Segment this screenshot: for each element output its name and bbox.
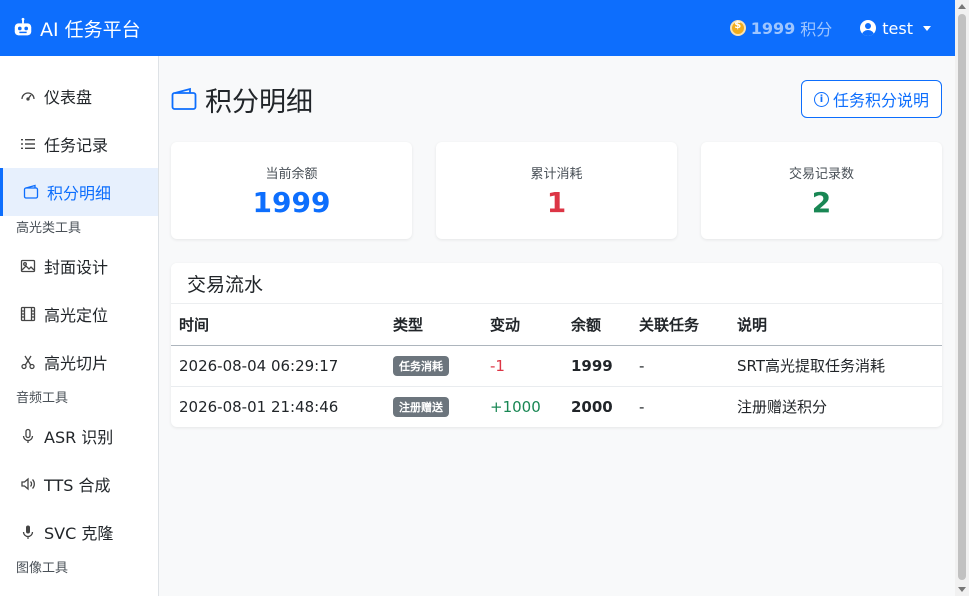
column-header-time: 时间 bbox=[171, 304, 385, 346]
sidebar-item-cover-design[interactable]: 封面设计 bbox=[0, 242, 158, 290]
stat-label: 当前余额 bbox=[265, 166, 318, 182]
page-title: 积分明细 bbox=[171, 80, 313, 119]
sidebar-section-highlight: 高光类工具 bbox=[16, 221, 82, 236]
chevron-down-icon bbox=[923, 25, 931, 31]
page-title-text: 积分明细 bbox=[205, 86, 313, 118]
stat-value: 1 bbox=[546, 185, 567, 219]
sidebar-item-task-records[interactable]: 任务记录 bbox=[0, 120, 158, 168]
table-row: 2026-08-01 21:48:46 注册赠送 +1000 2000 - 注册… bbox=[171, 386, 942, 427]
username: test bbox=[882, 18, 913, 38]
sidebar-item-label: ASR 识别 bbox=[44, 428, 114, 447]
cell-change: -1 bbox=[482, 345, 563, 387]
table-header-row: 时间 类型 变动 余额 关联任务 说明 bbox=[171, 304, 942, 346]
sidebar-item-tts[interactable]: TTS 合成 bbox=[0, 460, 158, 508]
column-header-balance: 余额 bbox=[563, 304, 631, 346]
main-content: 积分明细 i 任务积分说明 当前余额 1999 累计消耗 1 交易记录数 2 交… bbox=[171, 56, 942, 427]
scroll-down-icon[interactable] bbox=[958, 587, 966, 592]
stat-card-balance: 当前余额 1999 bbox=[171, 142, 412, 239]
cell-balance: 1999 bbox=[563, 345, 631, 387]
speedometer-icon bbox=[20, 88, 36, 104]
brand-title: AI 任务平台 bbox=[40, 18, 141, 41]
column-header-change: 变动 bbox=[482, 304, 563, 346]
scrollbar-thumb[interactable] bbox=[958, 14, 966, 580]
sidebar-item-highlight-clip[interactable]: 高光切片 bbox=[0, 338, 158, 386]
sidebar-item-label: TTS 合成 bbox=[44, 476, 111, 495]
film-icon bbox=[20, 306, 36, 322]
column-header-task: 关联任务 bbox=[631, 304, 729, 346]
sidebar-item-points[interactable]: 积分明细 bbox=[0, 168, 158, 216]
list-icon bbox=[20, 136, 36, 152]
mic-fill-icon bbox=[20, 524, 36, 540]
points-help-label: 任务积分说明 bbox=[832, 91, 929, 110]
sidebar-item-label: 仪表盘 bbox=[44, 88, 93, 107]
volume-icon bbox=[20, 476, 36, 492]
mic-icon bbox=[20, 428, 36, 444]
user-menu[interactable]: test bbox=[860, 19, 931, 38]
sidebar-item-svc[interactable]: SVC 克隆 bbox=[0, 508, 158, 556]
sidebar-item-label: 高光定位 bbox=[44, 306, 109, 325]
sidebar-item-label: 任务记录 bbox=[44, 136, 109, 155]
sidebar-item-label: SVC 克隆 bbox=[44, 524, 114, 543]
cell-type: 任务消耗 bbox=[385, 345, 482, 387]
type-badge: 注册赠送 bbox=[393, 396, 449, 417]
column-header-note: 说明 bbox=[729, 304, 942, 346]
type-badge: 任务消耗 bbox=[393, 355, 449, 376]
cell-task: - bbox=[631, 345, 729, 387]
user-circle-icon bbox=[860, 20, 877, 36]
stats-row: 当前余额 1999 累计消耗 1 交易记录数 2 bbox=[171, 142, 942, 239]
robot-icon bbox=[14, 17, 32, 36]
sidebar-section-image: 图像工具 bbox=[16, 561, 69, 576]
cell-note: 注册赠送积分 bbox=[737, 398, 828, 417]
cell-time: 2026-08-01 21:48:46 bbox=[179, 397, 339, 416]
page-header: 积分明细 i 任务积分说明 bbox=[171, 56, 942, 142]
sidebar-section-audio: 音频工具 bbox=[16, 391, 69, 406]
stat-card-record-count: 交易记录数 2 bbox=[701, 142, 942, 239]
wallet-icon bbox=[171, 87, 197, 110]
column-header-type: 类型 bbox=[385, 304, 482, 346]
scissors-icon bbox=[20, 354, 36, 370]
cell-task: - bbox=[639, 397, 645, 416]
stat-value: 1999 bbox=[252, 185, 331, 219]
wallet-icon bbox=[23, 184, 39, 200]
cell-type: 注册赠送 bbox=[385, 386, 482, 427]
coin-icon bbox=[729, 20, 746, 36]
cell-time: 2026-08-04 06:29:17 bbox=[171, 345, 385, 387]
points-display: 1999 积分 bbox=[729, 16, 833, 40]
sidebar: 仪表盘 任务记录 积分明细 高光类工具 封面设计 高光定位 高光切片 音频工具 bbox=[0, 56, 159, 596]
ledger-card: 交易流水 时间 类型 变动 余额 关联任务 说明 2026-08-04 06:2… bbox=[171, 263, 942, 427]
points-unit: 积分 bbox=[800, 20, 833, 39]
sidebar-item-highlight-locate[interactable]: 高光定位 bbox=[0, 290, 158, 338]
cell-change: +1000 bbox=[490, 397, 541, 416]
ledger-table: 时间 类型 变动 余额 关联任务 说明 2026-08-04 06:29:17 … bbox=[171, 304, 942, 427]
ledger-title: 交易流水 bbox=[171, 263, 942, 304]
table-row: 2026-08-04 06:29:17 任务消耗 -1 1999 - SRT高光… bbox=[171, 345, 942, 387]
info-icon: i bbox=[813, 91, 829, 107]
sidebar-item-label: 封面设计 bbox=[44, 258, 109, 277]
stat-card-consumed: 累计消耗 1 bbox=[436, 142, 677, 239]
stat-label: 累计消耗 bbox=[530, 166, 583, 182]
sidebar-item-label: 高光切片 bbox=[44, 354, 109, 373]
cell-balance: 2000 bbox=[571, 397, 613, 416]
sidebar-item-dashboard[interactable]: 仪表盘 bbox=[0, 72, 158, 120]
sidebar-item-label: 积分明细 bbox=[47, 184, 112, 203]
top-navbar: AI 任务平台 1999 积分 test bbox=[0, 0, 955, 56]
stat-value: 2 bbox=[811, 185, 832, 219]
sidebar-item-asr[interactable]: ASR 识别 bbox=[0, 412, 158, 460]
image-icon bbox=[20, 258, 36, 274]
cell-note: SRT高光提取任务消耗 bbox=[729, 345, 942, 387]
points-value: 1999 bbox=[750, 18, 796, 38]
scroll-up-icon[interactable] bbox=[958, 4, 966, 9]
stat-label: 交易记录数 bbox=[788, 166, 854, 182]
points-help-button[interactable]: i 任务积分说明 bbox=[800, 80, 942, 118]
page-scrollbar[interactable] bbox=[955, 0, 969, 596]
brand-link[interactable]: AI 任务平台 bbox=[12, 15, 141, 42]
